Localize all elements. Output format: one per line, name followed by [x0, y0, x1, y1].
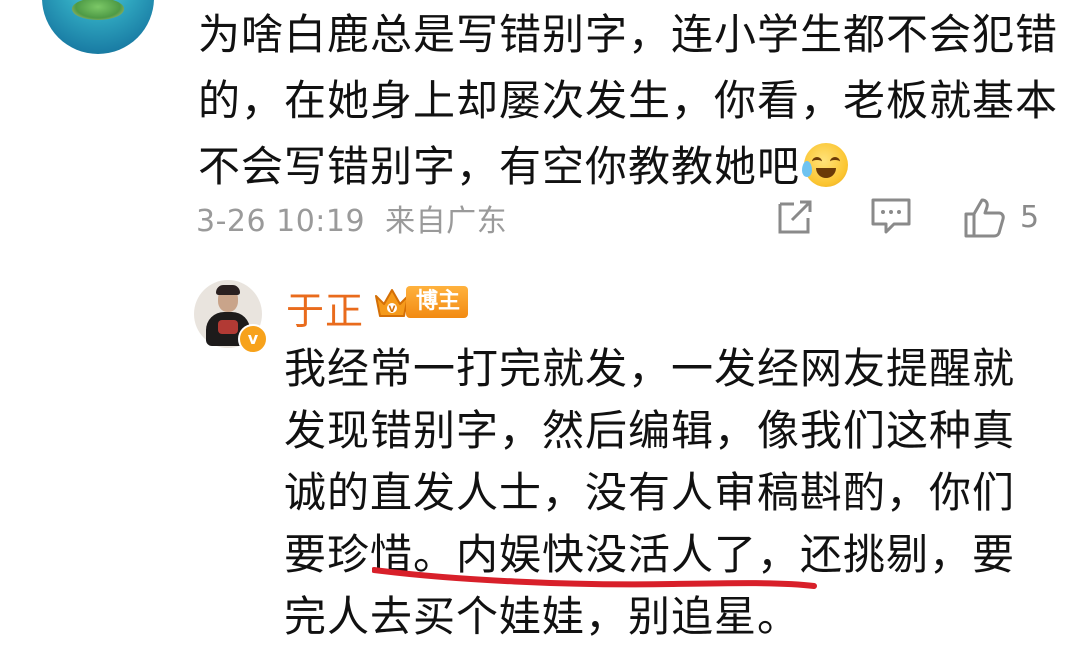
- like-count: 5: [1020, 200, 1040, 235]
- reply-author-avatar[interactable]: v: [194, 280, 268, 354]
- svg-text:V: V: [389, 305, 396, 315]
- comment-text: 为啥白鹿总是写错别字，连小学生都不会犯错的，在她身上却屡次发生，你看，老板就基本…: [198, 2, 1058, 200]
- blogger-badge-label: 博主: [406, 286, 469, 318]
- comment-meta: 3-26 10:19 来自广东: [196, 196, 507, 240]
- laughing-crying-emoji-icon: [802, 143, 849, 187]
- comment-location: 来自广东: [385, 204, 508, 239]
- thumbs-up-icon[interactable]: [962, 196, 1006, 240]
- comment-icon[interactable]: [870, 196, 912, 236]
- comment-body: 为啥白鹿总是写错别字，连小学生都不会犯错的，在她身上却屡次发生，你看，老板就基本…: [198, 10, 1059, 191]
- reply-author-name[interactable]: 于正: [286, 280, 364, 335]
- reply-text-highlight: 内娱快没活人了，还挑剔: [456, 530, 930, 579]
- verified-badge-icon: v: [238, 324, 268, 354]
- share-icon[interactable]: [776, 196, 816, 236]
- comment-date: 3-26 10:19: [196, 204, 366, 239]
- commenter-avatar[interactable]: [42, 0, 154, 54]
- island-image: [72, 0, 124, 20]
- reply-text: 我经常一打完就发，一发经网友提醒就发现错别字，然后编辑，像我们这种真诚的直发人士…: [284, 338, 1054, 648]
- blogger-badge: V 博主: [372, 282, 469, 322]
